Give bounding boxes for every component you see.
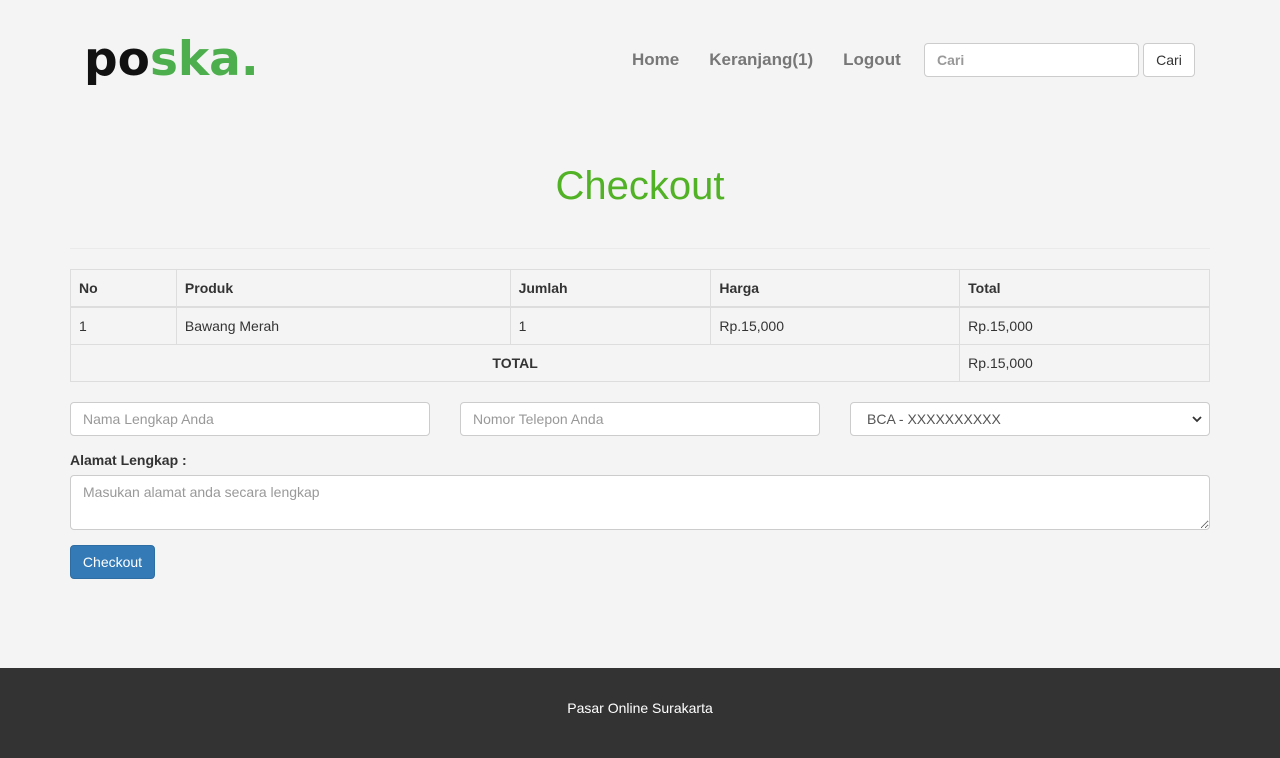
nav-logout-link[interactable]: Logout [843, 49, 901, 71]
table-header-row: No Produk Jumlah Harga Total [70, 269, 1210, 308]
address-label: Alamat Lengkap : [70, 452, 187, 468]
site-logo[interactable]: poska. [84, 30, 259, 90]
table-row: 1 Bawang Merah 1 Rp.15,000 Rp.15,000 [70, 306, 1210, 345]
table-total-row: TOTAL Rp.15,000 [69, 344, 1210, 382]
cell-jumlah: 1 [509, 306, 712, 345]
column-header-jumlah: Jumlah [509, 269, 712, 308]
phone-field[interactable] [460, 402, 820, 436]
page-title: Checkout [555, 164, 725, 208]
logo-text-dark: po [84, 32, 150, 87]
bank-select[interactable]: BCA - XXXXXXXXXX [850, 402, 1210, 436]
column-header-harga: Harga [710, 269, 961, 308]
address-field[interactable] [70, 475, 1210, 530]
search-button[interactable]: Cari [1143, 43, 1195, 77]
column-header-total: Total [959, 269, 1210, 308]
nav-home-link[interactable]: Home [632, 49, 679, 71]
chevron-down-icon [1191, 411, 1203, 427]
total-value: Rp.15,000 [959, 344, 1210, 382]
column-header-no: No [70, 269, 177, 308]
cell-harga: Rp.15,000 [710, 306, 961, 345]
cell-produk: Bawang Merah [175, 306, 511, 345]
checkout-button[interactable]: Checkout [70, 545, 155, 579]
cell-no: 1 [70, 306, 177, 345]
main-nav: Home Keranjang(1) Logout [632, 49, 901, 71]
checkout-table: No Produk Jumlah Harga Total 1 Bawang Me… [69, 269, 1210, 382]
bank-select-value: BCA - XXXXXXXXXX [867, 411, 1001, 427]
name-field[interactable] [70, 402, 430, 436]
site-footer: Pasar Online Surakarta [0, 668, 1280, 758]
cell-total: Rp.15,000 [959, 306, 1210, 345]
search-input[interactable] [924, 43, 1139, 77]
nav-cart-link[interactable]: Keranjang(1) [709, 49, 813, 71]
total-label: TOTAL [69, 344, 961, 382]
logo-text-green: ska. [149, 32, 259, 87]
title-divider [70, 248, 1210, 249]
footer-text: Pasar Online Surakarta [567, 700, 713, 716]
site-header: poska. Home Keranjang(1) Logout Cari [0, 0, 1280, 120]
column-header-produk: Produk [175, 269, 511, 308]
